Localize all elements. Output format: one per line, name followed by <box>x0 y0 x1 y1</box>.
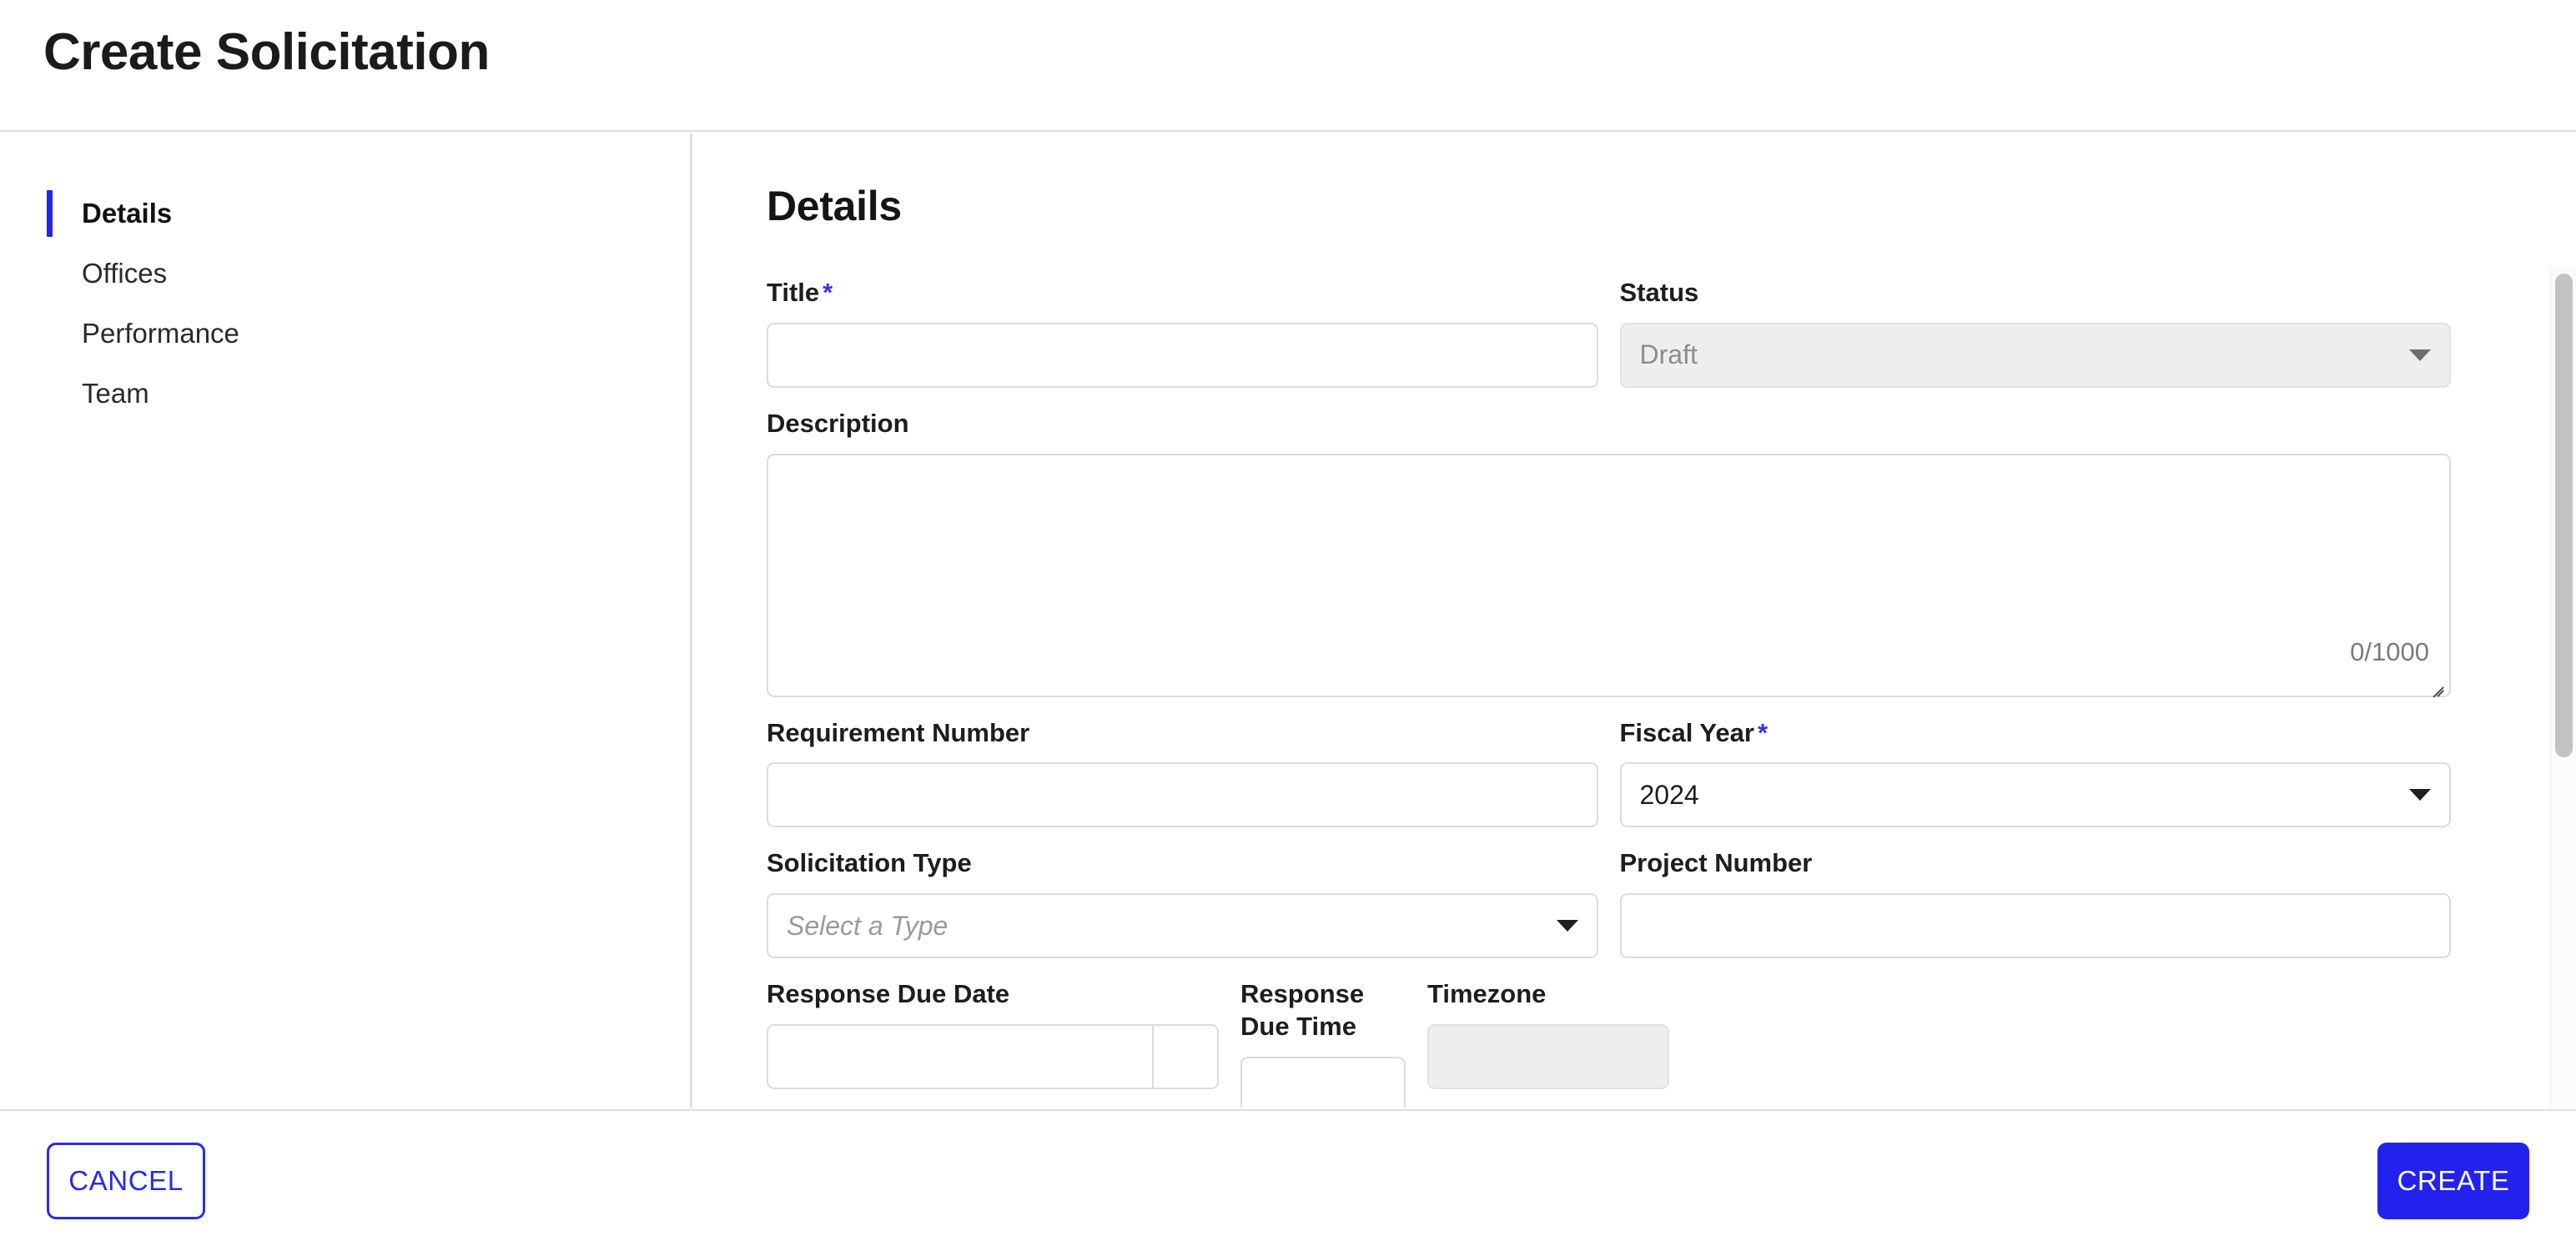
main-scrollbar-thumb[interactable] <box>2555 274 2573 757</box>
sidebar-item-label: Details <box>82 198 173 229</box>
fiscal-year-select[interactable]: 2024 <box>1619 762 2451 828</box>
field-title: Title * <box>767 277 1598 388</box>
project-number-input[interactable] <box>1619 893 2451 958</box>
page-title: Create Solicitation <box>43 23 490 81</box>
requirement-number-input[interactable] <box>767 762 1598 828</box>
cancel-button[interactable]: CANCEL <box>47 1143 205 1219</box>
sidebar-item-details[interactable]: Details <box>0 183 690 244</box>
create-solicitation-page: Create Solicitation Details Offices Perf… <box>0 0 2576 1251</box>
form-row-title-status: Title * Status Draft <box>767 277 2451 388</box>
status-select-wrap: Draft <box>1619 322 2451 388</box>
field-status: Status Draft <box>1619 277 2451 388</box>
response-due-time-label: Response Due Time <box>1240 979 1365 1041</box>
main-content: Details Title * Status Draft Description… <box>695 133 2534 1108</box>
required-asterisk: * <box>1757 717 1768 747</box>
field-timezone: Timezone <box>1427 978 1669 1108</box>
calendar-icon[interactable] <box>1154 1025 1217 1088</box>
main-scrollbar-track[interactable] <box>2550 267 2576 1241</box>
form-row-type-project: Solicitation Type Select a Type Project … <box>767 847 2451 958</box>
form-row-requirement-fiscal: Requirement Number Fiscal Year * 2024 <box>767 717 2451 828</box>
sidebar-item-performance[interactable]: Performance <box>0 304 690 364</box>
description-label: Description <box>767 408 909 438</box>
solicitation-type-select-wrap: Select a Type <box>767 893 1598 958</box>
section-title: Details <box>767 183 902 229</box>
sidebar-nav: Details Offices Performance Team <box>0 133 692 1108</box>
field-requirement-number: Requirement Number <box>767 717 1598 828</box>
timezone-select <box>1427 1023 1669 1089</box>
form-row-response-due: Response Due Date Response Due Time Time… <box>767 978 2451 1108</box>
sidebar-item-label: Performance <box>82 318 239 349</box>
required-asterisk: * <box>823 278 833 307</box>
form-row-description: Description 0/1000 <box>767 408 2451 697</box>
description-wrap: 0/1000 <box>767 453 2451 697</box>
field-response-due-time: Response Due Time <box>1240 978 1406 1108</box>
body-area: Details Offices Performance Team Details <box>0 133 2576 1241</box>
sidebar-item-label: Offices <box>82 258 168 289</box>
requirement-number-label: Requirement Number <box>767 717 1030 747</box>
response-due-date-group <box>767 1023 1219 1089</box>
create-button[interactable]: CREATE <box>2377 1143 2529 1219</box>
field-fiscal-year: Fiscal Year * 2024 <box>1619 717 2452 828</box>
fiscal-year-select-wrap: 2024 <box>1619 762 2451 828</box>
sidebar-item-offices[interactable]: Offices <box>0 244 690 304</box>
title-label: Title * <box>767 277 1598 309</box>
project-number-label: Project Number <box>1619 848 1813 878</box>
page-footer: CANCEL CREATE <box>0 1109 2576 1251</box>
status-label: Status <box>1619 278 1699 307</box>
response-due-date-input[interactable] <box>768 1025 1154 1088</box>
solicitation-type-label: Solicitation Type <box>767 848 972 878</box>
fiscal-year-label-text: Fiscal Year <box>1619 717 1754 747</box>
fiscal-year-label: Fiscal Year * <box>1620 717 2452 750</box>
status-select: Draft <box>1619 322 2451 388</box>
field-project-number: Project Number <box>1619 847 2451 958</box>
timezone-label: Timezone <box>1427 979 1547 1008</box>
response-due-time-input[interactable] <box>1240 1056 1406 1108</box>
solicitation-type-select[interactable]: Select a Type <box>767 893 1598 958</box>
field-description: Description 0/1000 <box>767 408 2451 697</box>
title-label-text: Title <box>767 278 820 307</box>
field-solicitation-type: Solicitation Type Select a Type <box>767 847 1598 958</box>
page-header: Create Solicitation <box>0 0 2576 132</box>
field-response-due-date: Response Due Date <box>767 978 1219 1108</box>
description-textarea[interactable] <box>767 453 2451 697</box>
sidebar-item-label: Team <box>82 378 149 409</box>
title-input[interactable] <box>767 322 1598 388</box>
sidebar-item-team[interactable]: Team <box>0 364 690 424</box>
response-due-date-label: Response Due Date <box>767 979 1010 1008</box>
